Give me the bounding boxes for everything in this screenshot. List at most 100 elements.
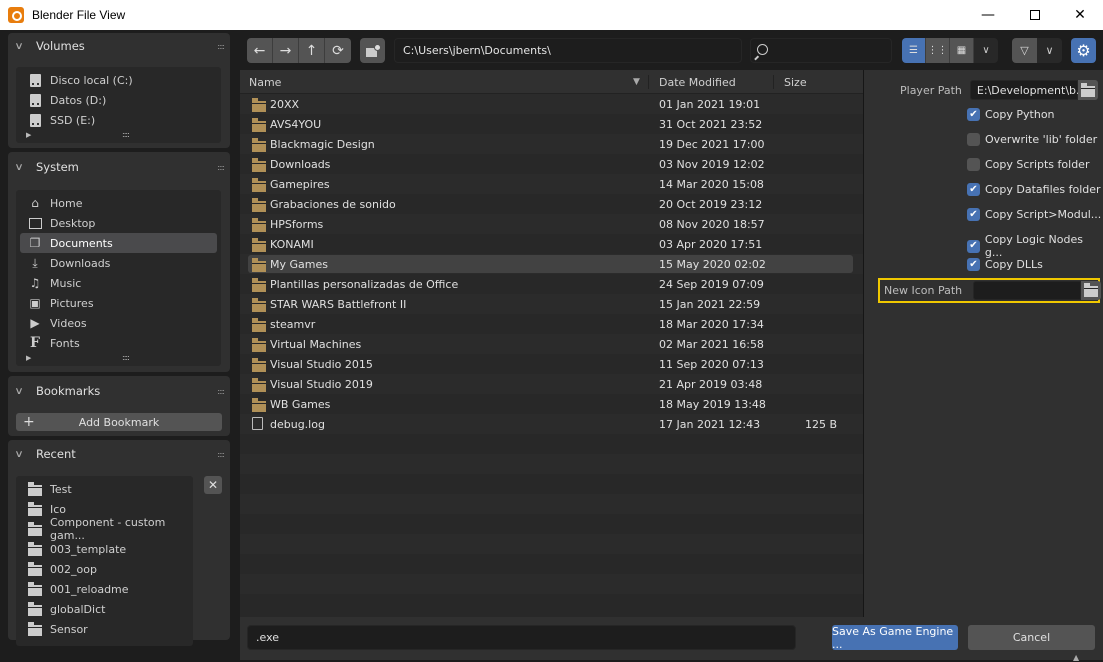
checkbox-label: Copy Datafiles folder <box>985 183 1101 196</box>
column-name-header[interactable]: Name <box>249 76 281 89</box>
video-icon: ▶ <box>30 316 40 330</box>
filename-input[interactable]: .exe <box>247 625 796 650</box>
clear-recent-button[interactable]: ✕ <box>204 476 222 494</box>
sidebar-item-documents[interactable]: ❐ Documents <box>20 233 217 253</box>
column-divider[interactable] <box>648 75 649 89</box>
file-row[interactable]: debug.log 17 Jan 2021 12:43 125 B <box>240 414 863 434</box>
bookmarks-header[interactable]: ∨ Bookmarks :::: <box>8 376 230 406</box>
volume-item[interactable]: Datos (D:) <box>20 90 217 110</box>
system-header[interactable]: ∨ System :::: <box>8 152 230 182</box>
option-checkbox-row[interactable]: ✔ Copy Script>Modul... <box>967 208 1101 221</box>
column-date-header[interactable]: Date Modified <box>659 76 736 89</box>
file-row[interactable]: My Games 15 May 2020 02:02 <box>240 254 863 274</box>
checkbox[interactable]: ✔ <box>967 208 980 221</box>
cancel-button[interactable]: Cancel <box>968 625 1095 650</box>
horizontal-list-button[interactable]: ⋮⋮ <box>926 38 950 63</box>
add-bookmark-button[interactable]: + Add Bookmark <box>16 413 222 431</box>
drag-grip-icon[interactable]: :::: <box>217 387 225 396</box>
sidebar-item-fonts[interactable]: F Fonts <box>20 333 217 353</box>
checkbox[interactable]: ✔ <box>967 239 980 253</box>
maximize-button[interactable] <box>1012 0 1058 30</box>
display-settings-dropdown[interactable]: ∨ <box>974 38 998 63</box>
chevron-up-icon[interactable]: ▲ <box>1073 653 1079 662</box>
file-name: steamvr <box>270 317 316 331</box>
vertical-list-button[interactable]: ☰ <box>902 38 926 63</box>
player-path-field[interactable]: E:\Development\b... <box>969 80 1087 100</box>
file-date: 20 Oct 2019 23:12 <box>659 197 763 211</box>
drag-grip-icon[interactable]: :::: <box>217 450 225 459</box>
file-row[interactable]: Visual Studio 2019 21 Apr 2019 03:48 <box>240 374 863 394</box>
checkbox[interactable]: ✔ <box>967 258 980 271</box>
column-size-header[interactable]: Size <box>784 76 807 89</box>
expand-triangle-icon[interactable]: ▶ <box>26 131 31 139</box>
new-directory-button[interactable] <box>360 38 385 63</box>
file-row[interactable]: HPSforms 08 Nov 2020 18:57 <box>240 214 863 234</box>
drag-grip-icon[interactable]: :::: <box>217 42 225 51</box>
file-type-icon <box>252 118 266 132</box>
option-checkbox-row[interactable]: ✔ Copy Python <box>967 108 1055 121</box>
player-path-browse-button[interactable] <box>1077 80 1098 100</box>
file-row[interactable]: 20XX 01 Jan 2021 19:01 <box>240 94 863 114</box>
file-row[interactable]: STAR WARS Battlefront II 15 Jan 2021 22:5… <box>240 294 863 314</box>
checkbox[interactable] <box>967 133 980 146</box>
sidebar-item-videos[interactable]: ▶ Videos <box>20 313 217 333</box>
option-checkbox-row[interactable]: ✔ Copy DLLs <box>967 258 1043 271</box>
resize-grip-icon[interactable]: :::: <box>122 353 130 362</box>
option-checkbox-row[interactable]: ✔ Copy Datafiles folder <box>967 183 1101 196</box>
sidebar-item-pictures[interactable]: ▣ Pictures <box>20 293 217 313</box>
drag-grip-icon[interactable]: :::: <box>217 163 225 172</box>
sidebar-item-music[interactable]: ♫ Music <box>20 273 217 293</box>
recent-item[interactable]: Test <box>20 479 189 499</box>
file-row[interactable]: AVS4YOU 31 Oct 2021 23:52 <box>240 114 863 134</box>
filter-settings-dropdown[interactable]: ∨ <box>1037 38 1062 63</box>
sidebar-item-downloads[interactable]: ⤓ Downloads <box>20 253 217 273</box>
parent-directory-button[interactable]: ↑ <box>299 38 325 63</box>
settings-toggle-button[interactable]: ⚙ <box>1071 38 1096 63</box>
checkbox[interactable]: ✔ <box>967 183 980 196</box>
file-row[interactable]: Grabaciones de sonido 20 Oct 2019 23:12 <box>240 194 863 214</box>
sidebar-item-home[interactable]: ⌂ Home <box>20 193 217 213</box>
refresh-button[interactable]: ⟳ <box>325 38 351 63</box>
checkbox[interactable] <box>967 158 980 171</box>
file-row[interactable]: Visual Studio 2015 11 Sep 2020 07:13 <box>240 354 863 374</box>
recent-item[interactable]: globalDict <box>20 599 189 619</box>
forward-button[interactable]: → <box>273 38 299 63</box>
save-button[interactable]: Save As Game Engine ... <box>832 625 958 651</box>
filter-toggle-button[interactable]: ▽ <box>1012 38 1037 63</box>
back-button[interactable]: ← <box>247 38 273 63</box>
thumbnails-button[interactable]: ▦ <box>950 38 974 63</box>
file-row[interactable]: Gamepires 14 Mar 2020 15:08 <box>240 174 863 194</box>
column-divider[interactable] <box>773 75 774 89</box>
icon-path-field[interactable] <box>973 281 1082 300</box>
directory-path-field[interactable]: C:\Users\jbern\Documents\ <box>394 38 742 63</box>
resize-grip-icon[interactable]: :::: <box>122 130 130 139</box>
option-checkbox-row[interactable]: Overwrite 'lib' folder <box>967 133 1097 146</box>
file-row[interactable]: Blackmagic Design 19 Dec 2021 17:00 <box>240 134 863 154</box>
volume-item[interactable]: SSD (E:) <box>20 110 217 130</box>
icon-path-browse-button[interactable] <box>1081 281 1102 300</box>
volume-item[interactable]: Disco local (C:) <box>20 70 217 90</box>
file-date: 18 Mar 2020 17:34 <box>659 317 764 331</box>
option-checkbox-row[interactable]: ✔ Copy Logic Nodes g... <box>967 233 1103 259</box>
recent-item[interactable]: Component - custom gam... <box>20 516 189 542</box>
file-row[interactable]: Downloads 03 Nov 2019 12:02 <box>240 154 863 174</box>
volumes-header[interactable]: ∨ Volumes :::: <box>8 33 230 59</box>
recent-header[interactable]: ∨ Recent :::: <box>8 440 230 468</box>
recent-item[interactable]: Sensor <box>20 619 189 639</box>
expand-triangle-icon[interactable]: ▶ <box>26 354 31 362</box>
checkbox[interactable]: ✔ <box>967 108 980 121</box>
file-row[interactable]: KONAMI 03 Apr 2020 17:51 <box>240 234 863 254</box>
sort-descending-icon[interactable]: ▼ <box>633 77 640 87</box>
sidebar-item-desktop[interactable]: Desktop <box>20 213 217 233</box>
option-checkbox-row[interactable]: Copy Scripts folder <box>967 158 1089 171</box>
file-row[interactable]: Virtual Machines 02 Mar 2021 16:58 <box>240 334 863 354</box>
file-row[interactable]: Plantillas personalizadas de Office 24 Se… <box>240 274 863 294</box>
close-button[interactable]: ✕ <box>1057 0 1103 30</box>
recent-item[interactable]: 001_reloadme <box>20 579 189 599</box>
minimize-button[interactable]: — <box>965 0 1011 30</box>
file-row[interactable]: steamvr 18 Mar 2020 17:34 <box>240 314 863 334</box>
recent-item[interactable]: 002_oop <box>20 559 189 579</box>
search-input[interactable] <box>750 38 892 63</box>
recent-item[interactable]: 003_template <box>20 539 189 559</box>
file-row[interactable]: WB Games 18 May 2019 13:48 <box>240 394 863 414</box>
